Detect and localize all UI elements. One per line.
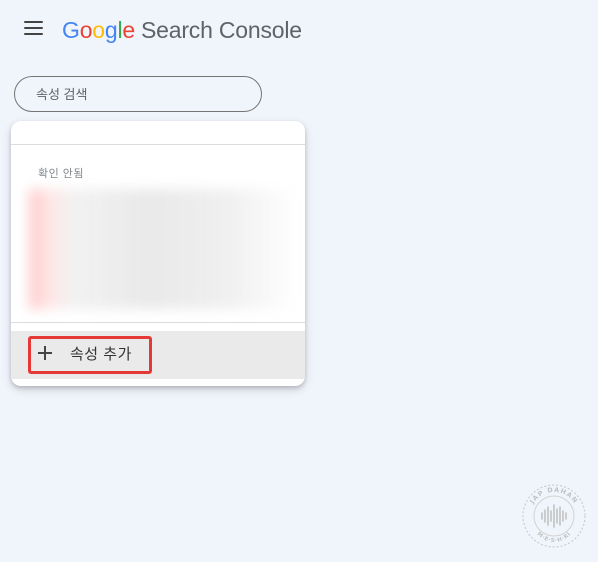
property-search-input[interactable]: [14, 76, 262, 112]
product-name: Search Console: [141, 17, 302, 43]
watermark-seal-icon: JAP DAHAN M·E·S·H·RI: [522, 484, 586, 548]
logo-letter: G: [62, 17, 80, 43]
divider: [11, 322, 305, 323]
app-header: Google Search Console: [0, 0, 598, 62]
logo-letter: g: [104, 17, 118, 43]
plus-icon: [37, 345, 53, 361]
divider: [11, 144, 305, 145]
blurred-property-list: [29, 189, 297, 309]
property-dropdown: 확인 안됨 속성 추가: [11, 121, 305, 386]
hamburger-menu-icon[interactable]: [24, 21, 44, 37]
google-search-console-logo[interactable]: Google Search Console: [62, 15, 302, 45]
watermark-bottom-text: M·E·S·H·RI: [536, 531, 572, 544]
svg-text:M·E·S·H·RI: M·E·S·H·RI: [536, 531, 573, 544]
logo-letter: e: [122, 17, 135, 43]
logo-letter: o: [92, 17, 105, 43]
add-property-button[interactable]: 속성 추가: [11, 331, 305, 379]
section-label-unverified: 확인 안됨: [38, 168, 85, 180]
add-property-label: 속성 추가: [70, 346, 132, 363]
logo-letter: o: [79, 17, 93, 43]
